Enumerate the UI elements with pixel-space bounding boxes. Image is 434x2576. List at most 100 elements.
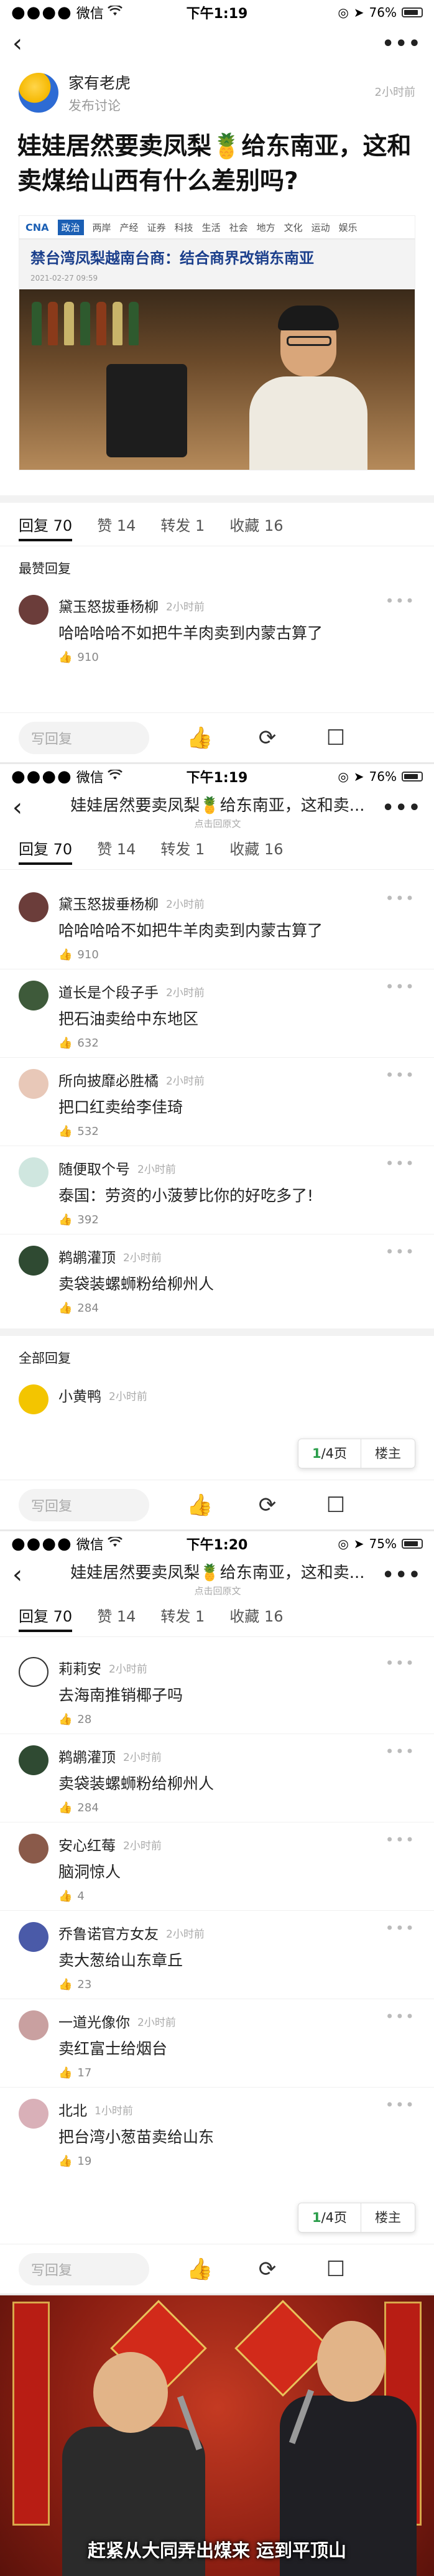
comment-avatar[interactable]: [19, 1384, 48, 1414]
more-icon[interactable]: •••: [382, 1564, 422, 1586]
back-icon[interactable]: ‹: [12, 31, 22, 56]
like-icon[interactable]: 👍: [187, 726, 213, 750]
page-indicator[interactable]: 1/4页: [298, 1439, 361, 1468]
comment-avatar[interactable]: [19, 981, 48, 1010]
back-icon[interactable]: ‹: [12, 795, 22, 820]
more-icon[interactable]: •••: [382, 797, 422, 819]
comment-author[interactable]: 所向披靡必胜橘: [58, 1069, 159, 1090]
comment[interactable]: 乔鲁诺官方女友 2小时前 卖大葱给山东章丘 👍 23 •••: [0, 1910, 434, 1999]
comment-author[interactable]: 鹈鹕灌顶: [58, 1246, 116, 1267]
more-icon[interactable]: •••: [386, 592, 415, 610]
comment-avatar[interactable]: [19, 1834, 48, 1864]
comment[interactable]: 莉莉安 2小时前 去海南推销椰子吗 👍 28 •••: [0, 1646, 434, 1734]
comment-like[interactable]: 👍 910: [58, 651, 415, 664]
comment-author[interactable]: 小黄鸭: [58, 1384, 101, 1406]
tab-likes[interactable]: 赞 14: [97, 837, 136, 859]
tab-replies[interactable]: 回复 70: [19, 837, 73, 865]
more-icon[interactable]: •••: [386, 978, 415, 996]
comment-author[interactable]: 安心红莓: [58, 1834, 116, 1855]
back-icon[interactable]: ‹: [12, 1562, 22, 1587]
comment-avatar[interactable]: [19, 2099, 48, 2129]
comment-like[interactable]: 👍 4: [58, 1890, 415, 1903]
more-icon[interactable]: •••: [386, 1831, 415, 1849]
comment[interactable]: 黛玉怒拔垂杨柳 2小时前 哈哈哈哈不如把牛羊肉卖到内蒙古算了 👍 910 •••: [0, 584, 434, 671]
more-icon[interactable]: •••: [386, 2008, 415, 2025]
more-icon[interactable]: •••: [382, 33, 422, 55]
more-icon[interactable]: •••: [386, 1743, 415, 1760]
author-avatar[interactable]: [19, 73, 58, 113]
comment-like[interactable]: 👍 392: [58, 1213, 415, 1226]
comment-avatar[interactable]: [19, 595, 48, 625]
comment-like[interactable]: 👍 19: [58, 2155, 415, 2168]
comment-avatar[interactable]: [19, 1069, 48, 1099]
owner-only-button[interactable]: 楼主: [361, 1439, 415, 1468]
comment-author[interactable]: 北北: [58, 2099, 87, 2120]
comment[interactable]: 所向披靡必胜橘 2小时前 把口红卖给李佳琦 👍 532 •••: [0, 1057, 434, 1146]
comment-like[interactable]: 👍 632: [58, 1037, 415, 1050]
comment[interactable]: 鹈鹕灌顶 2小时前 卖袋装螺蛳粉给柳州人 👍 284 •••: [0, 1734, 434, 1822]
comment[interactable]: 小黄鸭 2小时前: [0, 1373, 434, 1422]
nav-title[interactable]: 娃娃居然要卖凤梨🍍给东南亚，这和卖... 点击回原文: [68, 1560, 367, 1597]
comment-like[interactable]: 👍 284: [58, 1801, 415, 1814]
comment-avatar[interactable]: [19, 1922, 48, 1952]
tab-likes[interactable]: 赞 14: [97, 1604, 136, 1626]
comment-like[interactable]: 👍 28: [58, 1713, 415, 1726]
comment[interactable]: 一道光像你 2小时前 卖红富士给烟台 👍 17 •••: [0, 1999, 434, 2087]
page-indicator[interactable]: 1/4页: [298, 2203, 361, 2233]
bookmark-icon[interactable]: ☐: [323, 726, 348, 750]
more-icon[interactable]: •••: [386, 1243, 415, 1261]
reply-input[interactable]: 写回复: [19, 2252, 149, 2285]
reply-input[interactable]: 写回复: [19, 721, 149, 754]
comment-avatar[interactable]: [19, 1157, 48, 1187]
comment-author[interactable]: 一道光像你: [58, 2010, 130, 2032]
owner-only-button[interactable]: 楼主: [361, 2203, 415, 2233]
comment[interactable]: 鹈鹕灌顶 2小时前 卖袋装螺蛳粉给柳州人 👍 284 •••: [0, 1234, 434, 1322]
tab-replies[interactable]: 回复 70: [19, 513, 73, 541]
like-icon[interactable]: 👍: [187, 1493, 213, 1518]
author-name[interactable]: 家有老虎: [68, 71, 131, 93]
comment[interactable]: 随便取个号 2小时前 泰国：劳资的小菠萝比你的好吃多了! 👍 392 •••: [0, 1146, 434, 1234]
tab-reposts[interactable]: 转发 1: [160, 513, 205, 535]
comment[interactable]: 安心红莓 2小时前 脑洞惊人 👍 4 •••: [0, 1822, 434, 1910]
tab-favorites[interactable]: 收藏 16: [229, 513, 283, 535]
comment-author[interactable]: 乔鲁诺官方女友: [58, 1922, 159, 1943]
tab-favorites[interactable]: 收藏 16: [229, 837, 283, 859]
bookmark-icon[interactable]: ☐: [323, 2257, 348, 2282]
comment-like[interactable]: 👍 532: [58, 1125, 415, 1138]
more-icon[interactable]: •••: [386, 1155, 415, 1172]
more-icon[interactable]: •••: [386, 890, 415, 907]
comment[interactable]: 北北 1小时前 把台湾小葱苗卖给山东 👍 19 •••: [0, 2087, 434, 2175]
bookmark-icon[interactable]: ☐: [323, 1493, 348, 1518]
repost-icon[interactable]: ⟳: [255, 2257, 280, 2282]
comment-author[interactable]: 莉莉安: [58, 1657, 101, 1678]
more-icon[interactable]: •••: [386, 1654, 415, 1672]
comment-avatar[interactable]: [19, 2010, 48, 2040]
more-icon[interactable]: •••: [386, 2096, 415, 2114]
tab-replies[interactable]: 回复 70: [19, 1604, 73, 1632]
comment[interactable]: 道长是个段子手 2小时前 把石油卖给中东地区 👍 632 •••: [0, 969, 434, 1057]
comment-author[interactable]: 黛玉怒拔垂杨柳: [58, 892, 159, 913]
comment-like[interactable]: 👍 284: [58, 1302, 415, 1315]
comment-like[interactable]: 👍 910: [58, 948, 415, 961]
comment-author[interactable]: 道长是个段子手: [58, 981, 159, 1002]
tab-favorites[interactable]: 收藏 16: [229, 1604, 283, 1626]
repost-icon[interactable]: ⟳: [255, 726, 280, 750]
comment-author[interactable]: 随便取个号: [58, 1157, 130, 1178]
nav-title[interactable]: 娃娃居然要卖凤梨🍍给东南亚，这和卖... 点击回原文: [68, 793, 367, 830]
tab-reposts[interactable]: 转发 1: [160, 837, 205, 859]
reply-input[interactable]: 写回复: [19, 1488, 149, 1521]
tab-reposts[interactable]: 转发 1: [160, 1604, 205, 1626]
comment-avatar[interactable]: [19, 1246, 48, 1276]
comment-author[interactable]: 黛玉怒拔垂杨柳: [58, 595, 159, 616]
comment-avatar[interactable]: [19, 1657, 48, 1687]
comment-like[interactable]: 👍 17: [58, 2066, 415, 2079]
like-icon[interactable]: 👍: [187, 2257, 213, 2282]
comment-like[interactable]: 👍 23: [58, 1978, 415, 1991]
comment-avatar[interactable]: [19, 1745, 48, 1775]
more-icon[interactable]: •••: [386, 1920, 415, 1937]
tab-likes[interactable]: 赞 14: [97, 513, 136, 535]
comment-avatar[interactable]: [19, 892, 48, 922]
repost-icon[interactable]: ⟳: [255, 1493, 280, 1518]
comment-author[interactable]: 鹈鹕灌顶: [58, 1745, 116, 1766]
comment[interactable]: 黛玉怒拔垂杨柳 2小时前 哈哈哈哈不如把牛羊肉卖到内蒙古算了 👍 910 •••: [0, 881, 434, 969]
